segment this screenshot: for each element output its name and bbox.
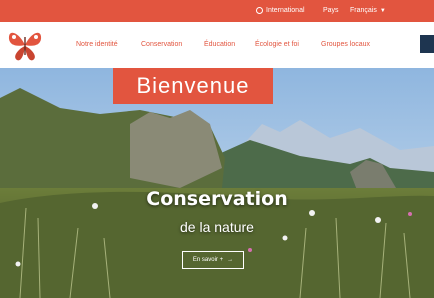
pays-label: Pays bbox=[323, 7, 339, 14]
nav-item-conservation[interactable]: Conservation bbox=[141, 41, 182, 48]
international-link[interactable]: International bbox=[256, 7, 305, 14]
arrow-right-icon: → bbox=[227, 257, 234, 263]
globe-icon bbox=[256, 7, 263, 14]
learn-more-button[interactable]: En savoir + → bbox=[182, 251, 244, 269]
hero-headline: Conservation bbox=[146, 188, 288, 210]
nav-item-notre-identite[interactable]: Notre identité bbox=[76, 41, 118, 48]
learn-more-label: En savoir + bbox=[192, 257, 224, 263]
menu-button[interactable] bbox=[420, 35, 434, 53]
nav-item-ecologie-et-foi[interactable]: Écologie et foi bbox=[255, 41, 299, 48]
butterfly-logo[interactable] bbox=[6, 27, 44, 63]
language-label: Français bbox=[350, 7, 377, 14]
nav-item-education[interactable]: Éducation bbox=[204, 41, 235, 48]
pays-link[interactable]: Pays bbox=[323, 7, 339, 14]
language-selector[interactable]: Français ▼ bbox=[350, 7, 386, 14]
welcome-text: Bienvenue bbox=[136, 73, 250, 98]
hero-subheadline: de la nature bbox=[180, 219, 254, 235]
nav-item-groupes-locaux[interactable]: Groupes locaux bbox=[321, 41, 370, 48]
top-utility-bar: International Pays Français ▼ bbox=[0, 0, 434, 22]
international-label: International bbox=[266, 7, 305, 14]
chevron-down-icon: ▼ bbox=[379, 7, 386, 14]
main-navbar: Notre identité Conservation Éducation Éc… bbox=[0, 22, 434, 68]
welcome-banner: Bienvenue bbox=[113, 68, 273, 104]
